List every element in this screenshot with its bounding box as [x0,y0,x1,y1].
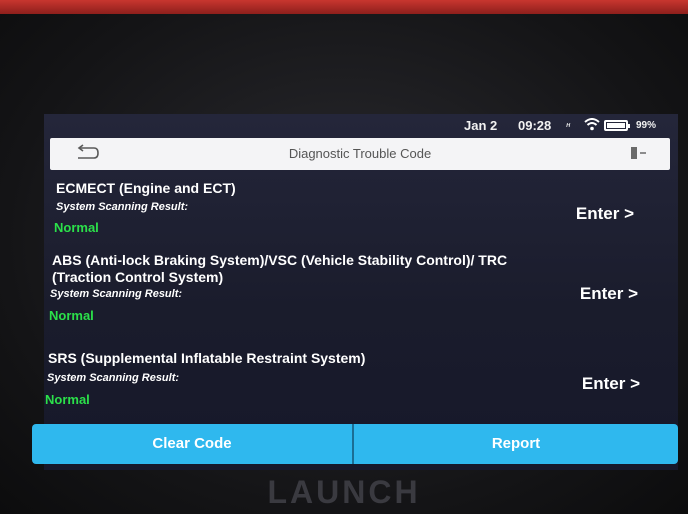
network-type-icon: ᴴ [566,122,570,131]
wifi-icon [584,118,600,134]
exit-icon[interactable] [628,145,648,163]
clear-code-button[interactable]: Clear Code [32,424,352,464]
brand-logo: LAUNCH [267,474,421,510]
status-normal: Normal [49,308,94,323]
device-top-edge [0,0,688,14]
battery-icon [604,120,630,131]
scan-result-label: System Scanning Result: [56,201,189,213]
scan-result-label: System Scanning Result: [47,372,180,384]
scan-result-label: System Scanning Result: [50,288,183,300]
battery-percent: 99% [636,120,657,131]
action-bar: Clear Code Report [32,424,678,464]
report-button[interactable]: Report [354,424,678,464]
system-name: ECMECT (Engine and ECT) [56,180,236,196]
enter-button[interactable]: Enter > [576,204,634,224]
screen: Jan 2 09:28 ᴴ 99% Diagnostic Trouble Cod… [32,114,678,470]
system-name: ABS (Anti-lock Braking System)/VSC (Vehi… [52,252,508,285]
enter-button[interactable]: Enter > [582,374,640,394]
page-title: Diagnostic Trouble Code [288,146,432,161]
status-date: Jan 2 [464,118,498,133]
title-bar: Diagnostic Trouble Code [50,138,670,170]
system-name: SRS (Supplemental Inflatable Restraint S… [48,350,366,366]
status-time: 09:28 [518,118,552,133]
enter-button[interactable]: Enter > [580,284,638,304]
status-bar: Jan 2 09:28 ᴴ 99% [44,114,678,136]
status-normal: Normal [54,220,99,235]
status-normal: Normal [45,392,90,407]
